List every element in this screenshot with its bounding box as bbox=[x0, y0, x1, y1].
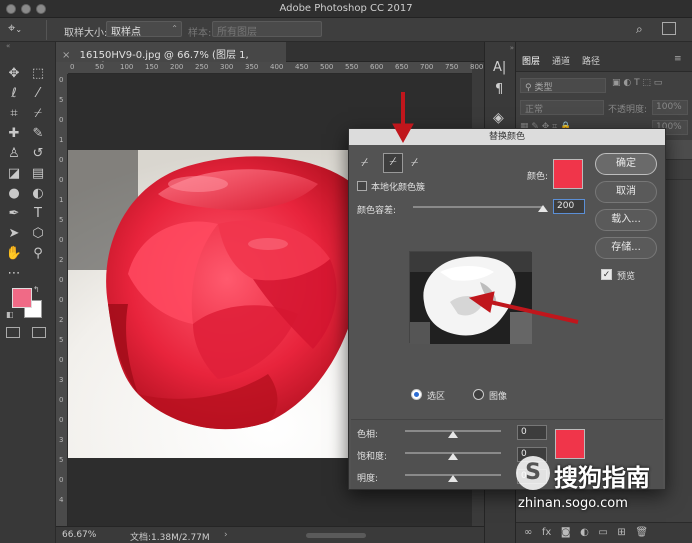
annotation-arrowhead-left bbox=[468, 291, 495, 313]
watermark-url: zhinan.sogo.com bbox=[518, 496, 628, 511]
sogou-watermark: S 搜狗指南 zhinan.sogo.com bbox=[510, 452, 692, 522]
sogou-logo-icon: S bbox=[516, 456, 550, 490]
annotation-arrowhead-down bbox=[392, 123, 414, 144]
annotation-arrow-left bbox=[489, 300, 579, 324]
watermark-brand: 搜狗指南 bbox=[554, 464, 650, 492]
